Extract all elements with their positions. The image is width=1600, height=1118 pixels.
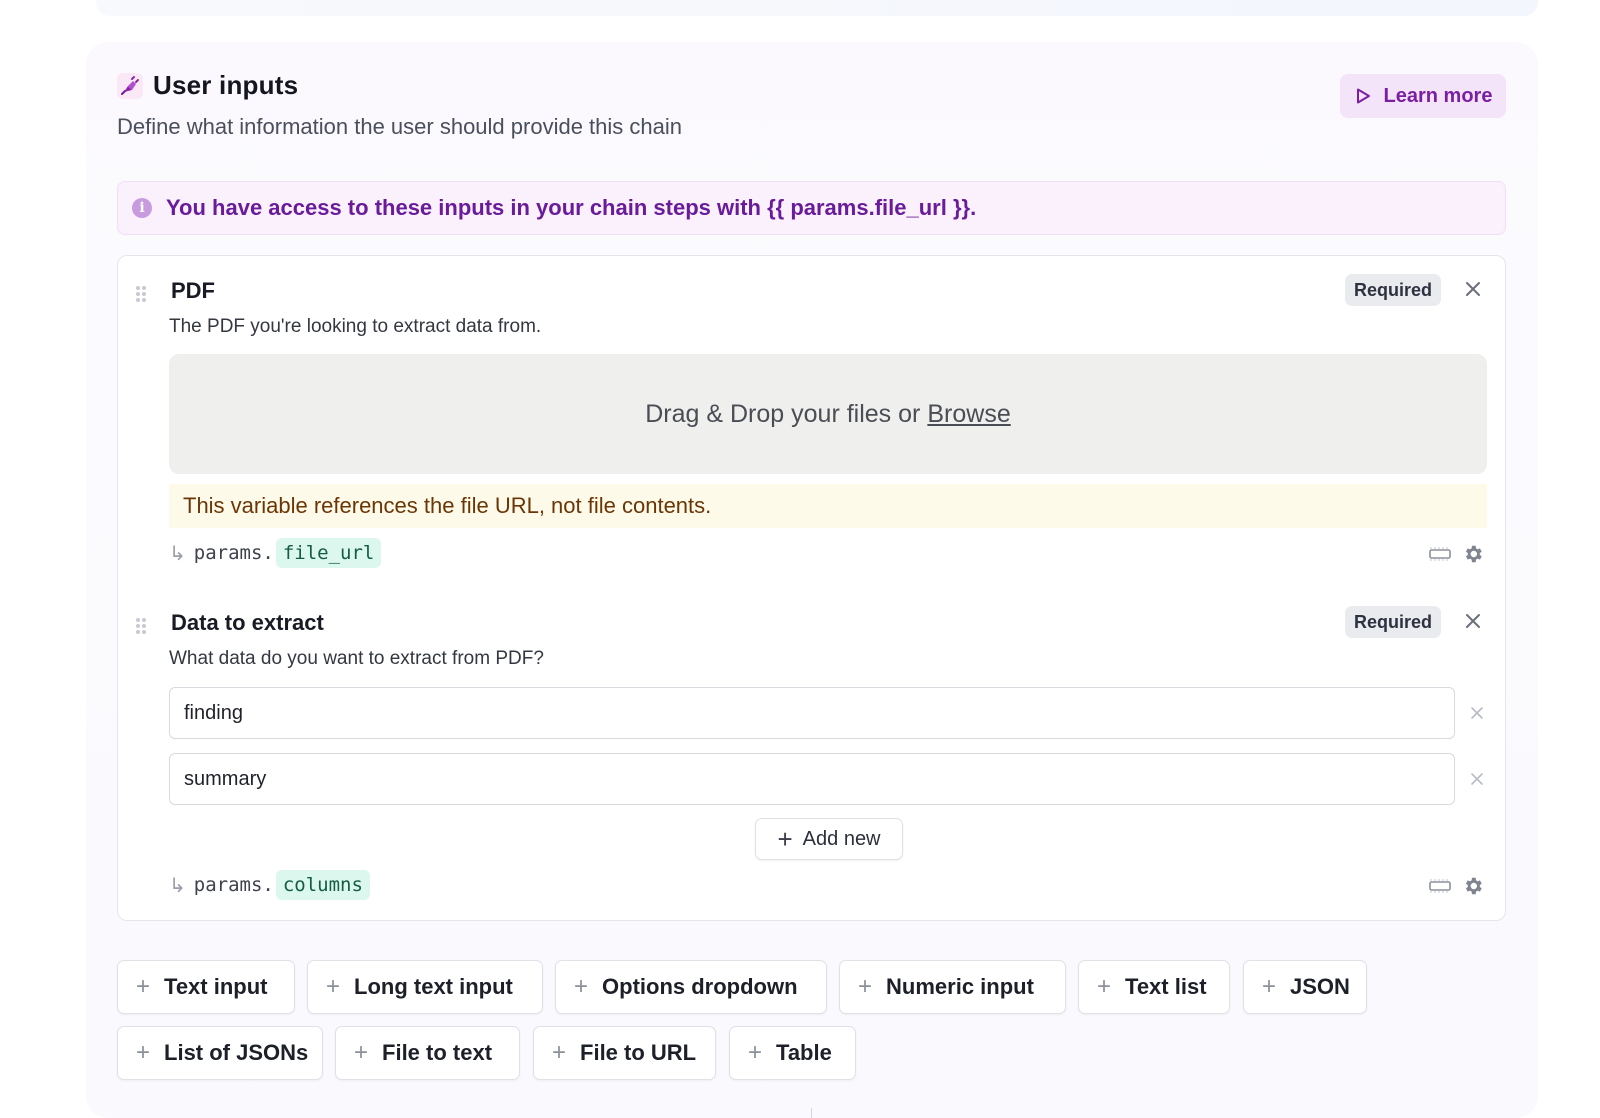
input-type-label: Table bbox=[776, 1040, 832, 1065]
input-type-label: Numeric input bbox=[886, 974, 1034, 999]
field-title: Data to extract bbox=[171, 610, 324, 635]
remove-icon[interactable] bbox=[1467, 769, 1487, 789]
section-title: User inputs bbox=[153, 70, 299, 100]
add-table-button[interactable]: + Table bbox=[729, 1026, 856, 1080]
required-badge[interactable]: Required bbox=[1345, 606, 1441, 638]
list-item-input[interactable]: finding bbox=[169, 687, 1455, 739]
plus-icon: + bbox=[748, 1039, 763, 1066]
field-title: PDF bbox=[171, 278, 215, 303]
plus-icon: + bbox=[136, 973, 151, 1000]
top-panel-edge bbox=[96, 0, 1538, 16]
close-icon[interactable] bbox=[1460, 608, 1486, 634]
close-icon[interactable] bbox=[1460, 276, 1486, 302]
input-type-label: File to URL bbox=[580, 1040, 697, 1065]
learn-more-label: Learn more bbox=[1383, 84, 1493, 107]
return-arrow-icon: ↳ bbox=[169, 541, 186, 565]
section-header: User inputs bbox=[117, 70, 298, 101]
add-text-input-button[interactable]: + Text input bbox=[117, 960, 295, 1014]
plus-icon: + bbox=[1097, 973, 1112, 1000]
play-icon bbox=[1356, 88, 1370, 104]
gear-icon[interactable] bbox=[1461, 874, 1485, 898]
info-banner-text: You have access to these inputs in your … bbox=[166, 195, 977, 220]
input-type-label: Long text input bbox=[354, 974, 513, 999]
field-description: The PDF you're looking to extract data f… bbox=[169, 316, 542, 337]
section-subtitle: Define what information the user should … bbox=[117, 114, 682, 139]
info-icon: i bbox=[132, 198, 152, 218]
plus-icon: + bbox=[574, 973, 589, 1000]
add-list-of-jsons-button[interactable]: + List of JSONs bbox=[117, 1026, 323, 1080]
param-prefix: params. bbox=[193, 542, 274, 564]
plus-icon: + bbox=[354, 1039, 369, 1066]
add-new-label: Add new bbox=[802, 827, 881, 850]
plus-icon: + bbox=[777, 824, 793, 854]
list-item-input[interactable]: summary bbox=[169, 753, 1455, 805]
plus-icon: + bbox=[136, 1039, 151, 1066]
plus-icon: + bbox=[858, 973, 873, 1000]
divider bbox=[811, 1108, 812, 1118]
param-key[interactable]: columns bbox=[275, 870, 370, 900]
required-badge[interactable]: Required bbox=[1345, 274, 1441, 306]
warning-banner: This variable references the file URL, n… bbox=[169, 484, 1487, 528]
dropzone-text: Drag & Drop your files or bbox=[645, 399, 921, 428]
add-new-button[interactable]: + Add new bbox=[755, 818, 903, 860]
add-long-text-input-button[interactable]: + Long text input bbox=[307, 960, 543, 1014]
plus-icon: + bbox=[1262, 973, 1277, 1000]
input-box-icon[interactable] bbox=[1428, 874, 1452, 898]
plus-icon: + bbox=[326, 973, 341, 1000]
plug-logo-icon bbox=[117, 72, 143, 99]
input-type-label: JSON bbox=[1290, 974, 1350, 999]
input-box-icon[interactable] bbox=[1428, 542, 1452, 566]
param-key[interactable]: file_url bbox=[275, 538, 382, 568]
input-type-label: Text input bbox=[164, 974, 268, 999]
remove-icon[interactable] bbox=[1467, 703, 1487, 723]
drag-handle-icon[interactable] bbox=[136, 618, 146, 634]
info-banner: i You have access to these inputs in you… bbox=[117, 181, 1506, 235]
plus-icon: + bbox=[552, 1039, 567, 1066]
add-json-button[interactable]: + JSON bbox=[1243, 960, 1367, 1014]
add-file-to-url-button[interactable]: + File to URL bbox=[533, 1026, 716, 1080]
input-type-label: List of JSONs bbox=[164, 1040, 309, 1065]
param-reference: ↳ params. columns bbox=[169, 870, 370, 900]
param-reference: ↳ params. file_url bbox=[169, 538, 382, 568]
input-type-label: File to text bbox=[382, 1040, 493, 1065]
add-file-to-text-button[interactable]: + File to text bbox=[335, 1026, 520, 1080]
return-arrow-icon: ↳ bbox=[169, 873, 186, 897]
drag-handle-icon[interactable] bbox=[136, 286, 146, 302]
gear-icon[interactable] bbox=[1461, 542, 1485, 566]
add-text-list-button[interactable]: + Text list bbox=[1078, 960, 1230, 1014]
learn-more-button[interactable]: Learn more bbox=[1340, 74, 1506, 118]
field-description: What data do you want to extract from PD… bbox=[169, 648, 544, 669]
add-options-dropdown-button[interactable]: + Options dropdown bbox=[555, 960, 827, 1014]
browse-link[interactable]: Browse bbox=[927, 400, 1010, 429]
add-numeric-input-button[interactable]: + Numeric input bbox=[839, 960, 1066, 1014]
file-dropzone[interactable]: Drag & Drop your files or Browse bbox=[169, 354, 1487, 474]
input-type-label: Options dropdown bbox=[602, 974, 798, 999]
input-type-label: Text list bbox=[1125, 974, 1207, 999]
param-prefix: params. bbox=[193, 874, 274, 896]
